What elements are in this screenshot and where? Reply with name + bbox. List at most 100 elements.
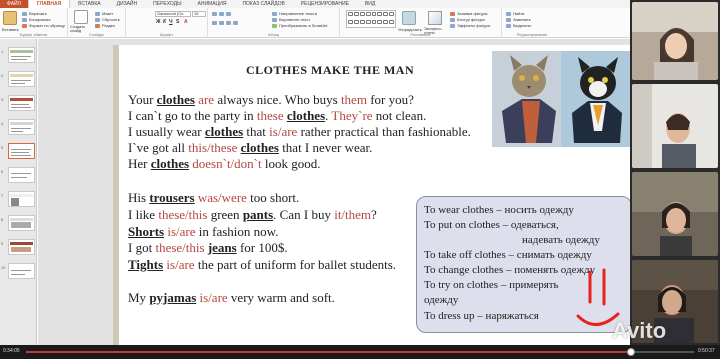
drawing-group-label: Рисование xyxy=(410,32,431,37)
tab-file[interactable]: ФАЙЛ xyxy=(0,0,28,8)
cut-button[interactable]: Вырезать xyxy=(22,11,47,16)
shape-effects-button[interactable]: Эффекты фигуры xyxy=(450,23,490,28)
select-label: Выделить xyxy=(513,23,532,28)
shape-fill-button[interactable]: Заливка фигуры xyxy=(450,11,488,16)
vocab-line-4: To take off clothes – снимать одежду xyxy=(424,249,592,261)
italic-button[interactable]: К xyxy=(163,19,166,25)
participant-video-3[interactable] xyxy=(632,172,718,256)
new-slide-icon[interactable] xyxy=(74,10,88,24)
vocab-line-8: To dress up – наряжаться xyxy=(424,310,539,322)
section-label: Раздел xyxy=(102,23,116,28)
select-icon xyxy=(506,23,511,28)
cut-label: Вырезать xyxy=(29,11,47,16)
sentence-a2: I can`t go to the party in these clothes… xyxy=(128,108,427,123)
thumb-slide-3[interactable] xyxy=(8,95,35,111)
sentence-b5: Tights is/are the part of uniform for ba… xyxy=(128,257,397,272)
avito-watermark: Avito xyxy=(612,318,667,343)
tab-design[interactable]: ДИЗАЙН xyxy=(109,0,146,8)
tab-home[interactable]: ГЛАВНАЯ xyxy=(27,0,71,8)
slide-title: CLOTHES MAKE THE MAN xyxy=(246,63,415,77)
thumb-slide-4[interactable] xyxy=(8,119,35,135)
arrange-icon[interactable] xyxy=(402,11,416,25)
thumb-slide-1[interactable] xyxy=(8,47,35,63)
sentence-a4: I`ve got all this/these clothes that I n… xyxy=(128,140,373,155)
sentence-a1: Your clothes are always nice. Who buys t… xyxy=(128,92,414,107)
vocab-line-1: To wear clothes – носить одежду xyxy=(424,204,574,216)
quick-styles-icon[interactable] xyxy=(428,11,442,25)
thumb-number: 3 xyxy=(1,97,4,102)
select-button[interactable]: Выделить xyxy=(506,23,531,28)
tab-slideshow[interactable]: ПОКАЗ СЛАЙДОВ xyxy=(234,0,292,8)
reset-button[interactable]: Сбросить xyxy=(95,17,120,22)
fill-icon xyxy=(450,11,455,16)
thumb-number: 9 xyxy=(1,241,4,246)
font-name-select[interactable]: Garamond (Ос xyxy=(155,11,191,17)
tab-transitions[interactable]: ПЕРЕХОДЫ xyxy=(145,0,189,8)
smartart-icon xyxy=(272,23,277,28)
thumb-slide-2[interactable] xyxy=(8,71,35,87)
align-text-label: Выровнять текст xyxy=(279,17,311,22)
thumb-slide-5[interactable] xyxy=(8,143,35,159)
video-player-bar: 0:34:05 0:50:37 xyxy=(0,345,720,359)
slide-thumbnails-pane[interactable]: 1 2 3 4 5 6 7 8 9 10 xyxy=(0,39,37,345)
shape-outline-button[interactable]: Контур фигуры xyxy=(450,17,485,22)
clipboard-group: Вставить Вырезать Копировать Формат по о… xyxy=(0,8,68,38)
bold-button[interactable]: Ж xyxy=(156,19,161,25)
replace-button[interactable]: Заменить xyxy=(506,17,531,22)
format-painter-button[interactable]: Формат по образцу xyxy=(22,23,65,28)
sentence-a3: I usually wear clothes that is/are rathe… xyxy=(128,124,471,139)
paste-icon[interactable] xyxy=(3,11,17,25)
thumb-number: 7 xyxy=(1,193,4,198)
smartart-button[interactable]: Преобразовать в SmartArt xyxy=(272,23,328,28)
format-painter-label: Формат по образцу xyxy=(29,23,65,28)
reset-label: Сбросить xyxy=(102,17,120,22)
progress-handle[interactable] xyxy=(627,348,635,356)
progress-fill xyxy=(26,351,631,353)
align-text-button[interactable]: Выровнять текст xyxy=(272,17,310,22)
list-icons[interactable] xyxy=(212,12,231,16)
quick-styles-label: Экспресс-стили xyxy=(424,26,443,35)
align-icons[interactable] xyxy=(212,21,238,25)
thumb-slide-10[interactable] xyxy=(8,263,35,279)
effects-icon xyxy=(450,23,455,28)
tab-animation[interactable]: АНИМАЦИЯ xyxy=(190,0,235,8)
thumb-slide-6[interactable] xyxy=(8,167,35,183)
strike-button[interactable]: S xyxy=(176,19,179,25)
align-center-icon xyxy=(219,21,224,25)
sentence-b3: Shorts is/are in fashion now. xyxy=(128,224,279,239)
thumb-number: 10 xyxy=(1,265,6,270)
thumb-slide-9[interactable] xyxy=(8,239,35,255)
reset-icon xyxy=(95,17,100,22)
thumb-number: 1 xyxy=(1,49,4,54)
tab-insert[interactable]: ВСТАВКА xyxy=(70,0,108,8)
copy-button[interactable]: Копировать xyxy=(22,17,51,22)
thumb-number: 8 xyxy=(1,217,4,222)
sentence-b1: His trousers was/were too short. xyxy=(128,190,300,205)
find-button[interactable]: Найти xyxy=(506,11,524,16)
underline-button[interactable]: Ч xyxy=(169,19,173,25)
layout-button[interactable]: Макет xyxy=(95,11,113,16)
cats-image xyxy=(492,51,630,147)
align-right-icon xyxy=(226,21,231,25)
paragraph-group-label: Абзац xyxy=(267,32,280,37)
participant-video-1[interactable] xyxy=(632,2,718,80)
thumb-slide-8[interactable] xyxy=(8,215,35,231)
bullets-icon xyxy=(212,12,217,16)
ribbon: Вставить Вырезать Копировать Формат по о… xyxy=(0,8,630,38)
text-direction-button[interactable]: Направление текста xyxy=(272,11,317,16)
thumb-slide-7[interactable] xyxy=(8,191,35,207)
shapes-gallery[interactable] xyxy=(346,10,396,28)
vocab-line-3: надевать одежду xyxy=(522,234,600,246)
font-color-button[interactable]: А xyxy=(184,19,188,25)
vocab-line-2: To put on clothes – одеваться, xyxy=(424,219,559,231)
sentence-a5: Her clothes doesn`t/don`t look good. xyxy=(128,156,321,171)
tab-view[interactable]: ВИД xyxy=(357,0,383,8)
participant-video-2[interactable] xyxy=(632,84,718,168)
tab-review[interactable]: РЕЦЕНЗИРОВАНИЕ xyxy=(293,0,357,8)
font-size-select[interactable]: 15 xyxy=(192,11,206,17)
ribbon-tabs: ФАЙЛ ГЛАВНАЯ ВСТАВКА ДИЗАЙН ПЕРЕХОДЫ АНИ… xyxy=(0,0,630,8)
font-group-label: Шрифт xyxy=(159,32,174,37)
indent-icon xyxy=(226,12,231,16)
replace-icon xyxy=(506,17,511,22)
section-button[interactable]: Раздел xyxy=(95,23,115,28)
